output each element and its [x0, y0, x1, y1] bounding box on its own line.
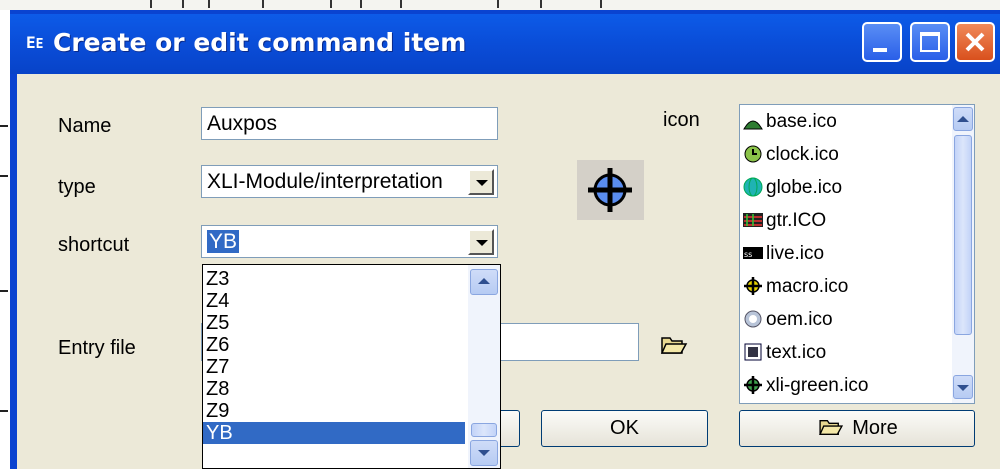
icon-list-item[interactable]: ss live.ico: [743, 237, 824, 270]
base-icon: [743, 120, 763, 130]
background-left-strip: [0, 10, 10, 469]
type-dropdown-button[interactable]: [468, 169, 494, 195]
shortcut-value: YB: [207, 230, 240, 253]
close-button[interactable]: [955, 22, 995, 62]
minimize-button[interactable]: [862, 22, 902, 62]
app-icon: EE: [26, 33, 44, 52]
more-button[interactable]: More: [739, 410, 975, 447]
gtr-icon: [743, 213, 763, 227]
dropdown-option[interactable]: Z3: [203, 268, 465, 290]
dropdown-option[interactable]: Z8: [203, 378, 465, 400]
icon-list-item[interactable]: macro.ico: [743, 270, 848, 303]
name-input[interactable]: Auxpos: [201, 107, 498, 140]
name-label: Name: [58, 115, 112, 137]
icon-preview: [577, 160, 644, 220]
minimize-icon: [873, 48, 887, 52]
type-label: type: [58, 176, 96, 198]
dropdown-option[interactable]: Z6: [203, 334, 465, 356]
type-combobox[interactable]: XLI-Module/interpretation: [201, 165, 498, 198]
icon-listbox[interactable]: base.ico clock.ico globe.ico gtr.ICO ss l…: [739, 104, 975, 404]
icon-list-item[interactable]: globe.ico: [743, 171, 842, 204]
scroll-thumb[interactable]: [471, 423, 497, 437]
more-button-label: More: [852, 417, 898, 439]
svg-text:ss: ss: [744, 250, 752, 259]
dropdown-scrollbar[interactable]: [468, 265, 500, 468]
icon-list-item[interactable]: gtr.ICO: [743, 204, 826, 237]
live-icon: ss: [743, 247, 763, 259]
dropdown-option[interactable]: Z9: [203, 400, 465, 422]
scroll-up-button[interactable]: [470, 269, 498, 295]
shortcut-dropdown-button[interactable]: [468, 229, 494, 255]
scroll-thumb[interactable]: [954, 135, 972, 335]
dropdown-option[interactable]: Z4: [203, 290, 465, 312]
maximize-button[interactable]: [910, 22, 950, 62]
text-icon: [744, 343, 762, 361]
xli-green-icon: [744, 376, 762, 394]
shortcut-dropdown-list[interactable]: Z3 Z4 Z5 Z6 Z7 Z8 Z9 YB: [202, 264, 501, 469]
dropdown-option[interactable]: Z7: [203, 356, 465, 378]
close-icon: [965, 32, 985, 52]
scroll-up-button[interactable]: [953, 107, 973, 131]
icon-list-item[interactable]: clock.ico: [743, 138, 839, 171]
browse-folder-button[interactable]: [660, 334, 688, 356]
shortcut-combobox[interactable]: YB: [201, 225, 498, 258]
scroll-down-button[interactable]: [953, 375, 973, 399]
icon-list-item[interactable]: oem.ico: [743, 303, 833, 336]
icon-list-item[interactable]: base.ico: [743, 105, 837, 138]
crosshair-icon: [588, 168, 632, 212]
scroll-down-button[interactable]: [470, 440, 498, 466]
globe-icon: [743, 177, 763, 197]
type-value: XLI-Module/interpretation: [207, 170, 443, 193]
entry-file-label: Entry file: [58, 337, 136, 359]
icon-list-item[interactable]: xli-green.ico: [743, 369, 868, 399]
window-title: Create or edit command item: [53, 28, 467, 57]
dropdown-option[interactable]: Z5: [203, 312, 465, 334]
folder-open-icon: [660, 337, 688, 354]
dropdown-option-selected[interactable]: YB: [203, 422, 465, 444]
clock-icon: [744, 145, 762, 163]
ok-button[interactable]: OK: [541, 410, 708, 447]
icon-label: icon: [663, 109, 700, 131]
background-window-strip: [0, 0, 1000, 10]
macro-icon: [744, 277, 762, 295]
oem-icon: [744, 310, 762, 328]
maximize-icon: [920, 32, 940, 52]
folder-open-icon: [819, 419, 844, 435]
shortcut-label: shortcut: [58, 234, 130, 256]
icon-list-item[interactable]: text.ico: [743, 336, 826, 369]
icon-list-scrollbar[interactable]: [952, 105, 974, 403]
